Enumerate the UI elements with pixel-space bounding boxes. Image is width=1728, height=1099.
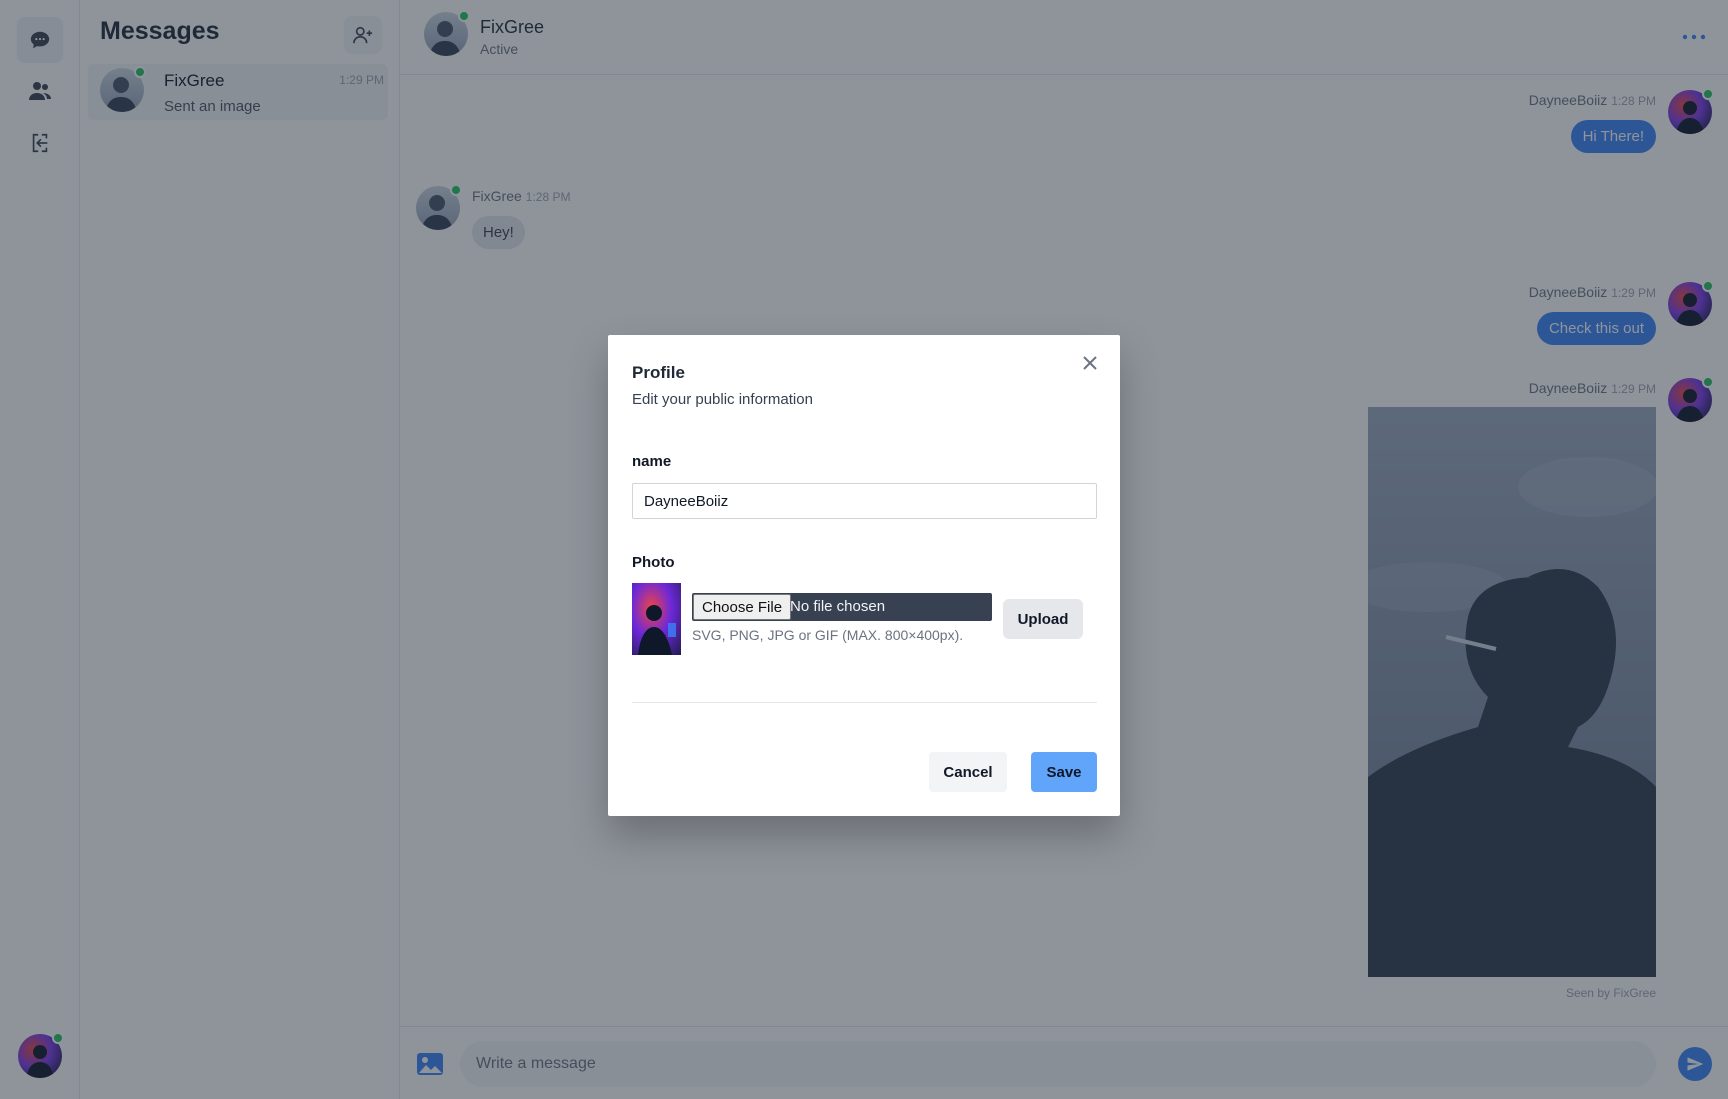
modal-title: Profile <box>632 363 685 382</box>
modal-subtitle: Edit your public information <box>632 391 813 408</box>
file-hint: SVG, PNG, JPG or GIF (MAX. 800×400px). <box>692 627 964 643</box>
file-status: No file chosen <box>790 598 886 615</box>
name-label: name <box>632 453 672 470</box>
profile-modal: Profile Edit your public information nam… <box>608 335 1120 816</box>
save-button[interactable]: Save <box>1031 752 1097 792</box>
choose-file-button[interactable]: Choose File <box>693 594 792 620</box>
name-input[interactable] <box>632 483 1097 519</box>
divider <box>632 702 1097 703</box>
cancel-button[interactable]: Cancel <box>929 752 1007 792</box>
photo-label: Photo <box>632 554 675 571</box>
file-input[interactable]: Choose File No file chosen <box>692 593 992 621</box>
close-icon <box>1083 356 1097 370</box>
upload-button[interactable]: Upload <box>1003 599 1083 639</box>
photo-preview <box>632 583 681 655</box>
close-modal-button[interactable] <box>1080 353 1100 373</box>
